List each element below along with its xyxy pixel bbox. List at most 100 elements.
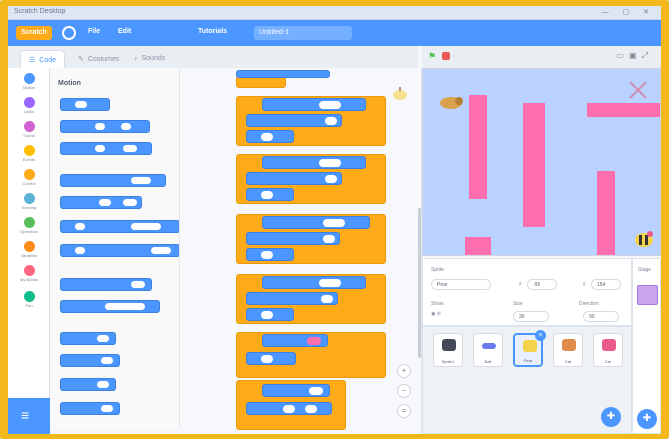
cat-sprite-icon[interactable] [437, 93, 465, 111]
window-controls[interactable]: — ▢ ✕ [602, 8, 655, 16]
sprite-art [562, 339, 576, 351]
tab-code[interactable]: ☰ Code [20, 50, 66, 68]
motion-block[interactable] [246, 188, 294, 201]
events-dot-icon [23, 145, 35, 156]
sensing-block[interactable] [262, 216, 370, 229]
block-palette: Motion [50, 68, 180, 428]
control-dot-icon [23, 169, 35, 180]
palette-block[interactable] [60, 378, 116, 391]
scratch-logo[interactable]: Scratch [16, 26, 52, 40]
motion-block[interactable] [246, 248, 294, 261]
category-operators[interactable]: Operators [8, 216, 50, 240]
stage-backdrop-thumbnail[interactable] [637, 285, 658, 305]
zoom-reset-icon[interactable]: = [397, 404, 411, 418]
language-globe-icon[interactable] [62, 26, 76, 40]
sprite-thumbnail-selected[interactable]: Pear × [513, 330, 546, 367]
stage-canvas[interactable] [422, 68, 661, 256]
operators-dot-icon [23, 217, 35, 228]
editor-tabs: ☰ Code ✎ Costumes ♪ Sounds [8, 46, 418, 68]
size-input[interactable]: 30 [513, 311, 549, 322]
x-position-input[interactable]: -95 [527, 279, 557, 290]
stop-icon[interactable] [442, 52, 450, 60]
green-flag-icon[interactable]: ⚑ [428, 52, 437, 61]
script-workspace[interactable]: + − = [180, 68, 422, 434]
motion-block[interactable] [246, 130, 294, 143]
add-sprite-icon[interactable]: ✚ [601, 407, 621, 427]
sprite-name-input[interactable]: Pear [431, 279, 491, 290]
motion-block[interactable] [246, 402, 332, 415]
show-label: Show [431, 301, 444, 307]
sprite-thumbnail[interactable]: Ball [473, 333, 503, 367]
variables-dot-icon [23, 241, 35, 252]
zoom-in-icon[interactable]: + [397, 364, 411, 378]
project-title-input[interactable]: Untitled-1 [254, 26, 352, 40]
palette-heading: Motion [58, 80, 81, 87]
menu-bar: Scratch File Edit Tutorials Untitled-1 [8, 20, 661, 46]
palette-block[interactable] [60, 220, 179, 233]
stage-selector[interactable]: Stage ✚ [632, 258, 661, 434]
motion-block[interactable] [246, 232, 340, 245]
delete-sprite-icon[interactable]: × [535, 330, 546, 341]
sprite-thumbnail[interactable]: Car [593, 333, 623, 367]
direction-label: Direction [579, 301, 599, 307]
add-backdrop-icon[interactable]: ✚ [637, 409, 657, 429]
sensing-block[interactable] [262, 98, 366, 111]
palette-block[interactable] [60, 196, 142, 209]
palette-block[interactable] [60, 278, 152, 291]
stage-size-icons[interactable]: ▭▣⤢ [616, 51, 653, 61]
palette-block[interactable] [60, 332, 116, 345]
menu-tutorials[interactable]: Tutorials [198, 28, 227, 35]
y-position-input[interactable]: 154 [591, 279, 621, 290]
maze-wall [465, 237, 491, 255]
motion-block[interactable] [236, 70, 330, 78]
palette-block[interactable] [60, 98, 110, 111]
sensing-dot-icon [23, 193, 35, 204]
direction-input[interactable]: 90 [583, 311, 619, 322]
sprite-thumbnail[interactable]: Cat [553, 333, 583, 367]
palette-block[interactable] [60, 244, 179, 257]
category-events[interactable]: Events [8, 144, 50, 168]
sensing-block[interactable] [262, 156, 366, 169]
category-looks[interactable]: Looks [8, 96, 50, 120]
category-motion[interactable]: Motion [8, 72, 50, 96]
category-control[interactable]: Control [8, 168, 50, 192]
sensing-block[interactable] [262, 384, 330, 397]
sprite-info-panel: Sprite Pear x -95 y 154 Show ◉ ⊘ Size 30… [422, 258, 632, 326]
palette-block[interactable] [60, 354, 120, 367]
category-sound[interactable]: Sound [8, 120, 50, 144]
tab-costumes[interactable]: ✎ Costumes [70, 50, 127, 68]
add-extension-button[interactable]: ≡ [8, 398, 50, 434]
category-sensing[interactable]: Sensing [8, 192, 50, 216]
scratch-window: Scratch Desktop — ▢ ✕ Scratch File Edit … [8, 6, 661, 434]
costume-icon: ✎ [78, 56, 84, 63]
menu-edit[interactable]: Edit [118, 28, 131, 35]
sprite-art [602, 339, 616, 351]
palette-block[interactable] [60, 402, 120, 415]
category-variables[interactable]: Variables [8, 240, 50, 264]
category-my-blocks[interactable]: My Blocks [8, 264, 50, 288]
menu-file[interactable]: File [88, 28, 100, 35]
motion-block[interactable] [246, 172, 342, 185]
motion-block[interactable] [246, 292, 338, 305]
eye-icon[interactable]: ◉ ⊘ [431, 311, 441, 317]
sensing-block[interactable] [262, 334, 328, 347]
palette-block[interactable] [60, 120, 150, 133]
palette-block[interactable] [60, 142, 152, 155]
size-label: Size [513, 301, 523, 307]
motion-block[interactable] [246, 308, 294, 321]
my-blocks-dot-icon [23, 265, 35, 276]
zoom-out-icon[interactable]: − [397, 384, 411, 398]
motion-block[interactable] [246, 114, 342, 127]
category-pen[interactable]: Pen [8, 290, 50, 314]
motion-block[interactable] [246, 352, 296, 365]
workspace-scrollbar[interactable] [418, 208, 421, 358]
sound-dot-icon [23, 121, 35, 132]
sprite-thumbnail[interactable]: Sprite1 [433, 333, 463, 367]
sensing-block[interactable] [262, 276, 366, 289]
maze-wall [469, 95, 487, 199]
tab-sounds[interactable]: ♪ Sounds [126, 50, 173, 68]
palette-block[interactable] [60, 174, 166, 187]
sprite-art [482, 343, 496, 349]
bee-sprite-icon[interactable] [633, 229, 655, 249]
palette-block[interactable] [60, 300, 160, 313]
